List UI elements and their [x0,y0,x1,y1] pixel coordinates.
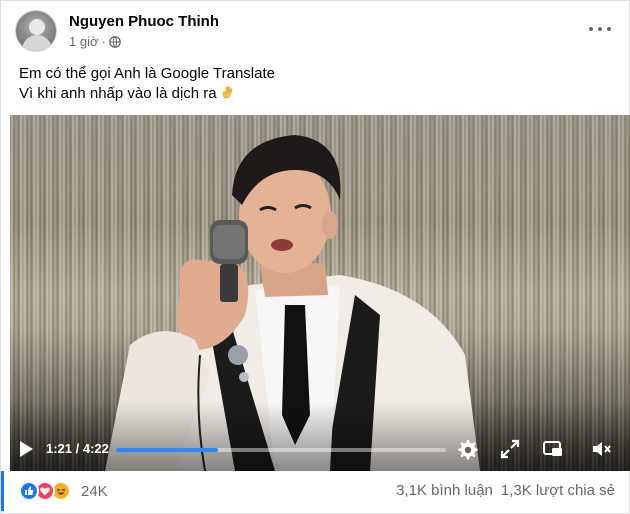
video-progress-bar[interactable] [116,448,446,452]
post-header: Nguyen Phuoc Thinh 1 giờ · [15,10,617,54]
more-options-icon[interactable] [589,22,611,36]
picture-in-picture-icon[interactable] [542,438,564,460]
accent-bar [1,471,4,511]
video-time: 1:21 / 4:22 [46,441,109,456]
share-count-link[interactable]: 1,3K lượt chia sẻ [501,482,615,499]
reaction-summary[interactable]: 24K [19,480,108,502]
video-player[interactable]: 1:21 / 4:22 [10,115,630,471]
facebook-post: Nguyen Phuoc Thinh 1 giờ · Em có thể gọi… [0,0,630,514]
fullscreen-expand-icon[interactable] [499,438,521,460]
caption-line-2-text: Vì khi anh nhấp vào là dịch ra [19,85,217,102]
post-footer: 24K 3,1K bình luận 1,3K lượt chia sẻ [19,480,615,504]
post-time[interactable]: 1 giờ [69,34,99,49]
post-meta: 1 giờ · [69,34,121,49]
caption-line-1: Em có thể gọi Anh là Google Translate [19,65,275,82]
avatar-body [22,35,52,51]
caption-line-2: Vì khi anh nhấp vào là dịch ra [19,84,609,104]
reaction-count: 24K [81,482,108,500]
meta-separator: · [101,34,106,49]
video-progress-fill [116,448,218,452]
post-caption: Em có thể gọi Anh là Google Translate Vì… [19,64,609,104]
comment-count-link[interactable]: 3,1K bình luận [396,482,493,499]
engagement-stats: 3,1K bình luận 1,3K lượt chia sẻ [396,482,615,499]
avatar-head [29,19,45,35]
time-separator: / [72,441,83,456]
globe-icon[interactable] [108,35,121,48]
video-controls: 1:21 / 4:22 [10,427,630,471]
play-icon[interactable] [18,440,34,458]
author-name[interactable]: Nguyen Phuoc Thinh [69,13,219,30]
like-reaction-icon [19,481,39,501]
current-time: 1:21 [46,441,73,456]
avatar[interactable] [15,10,57,52]
hand-emoji-icon [222,86,233,99]
volume-muted-icon[interactable] [590,438,612,460]
settings-icon[interactable] [456,438,478,460]
video-duration: 4:22 [82,441,109,456]
